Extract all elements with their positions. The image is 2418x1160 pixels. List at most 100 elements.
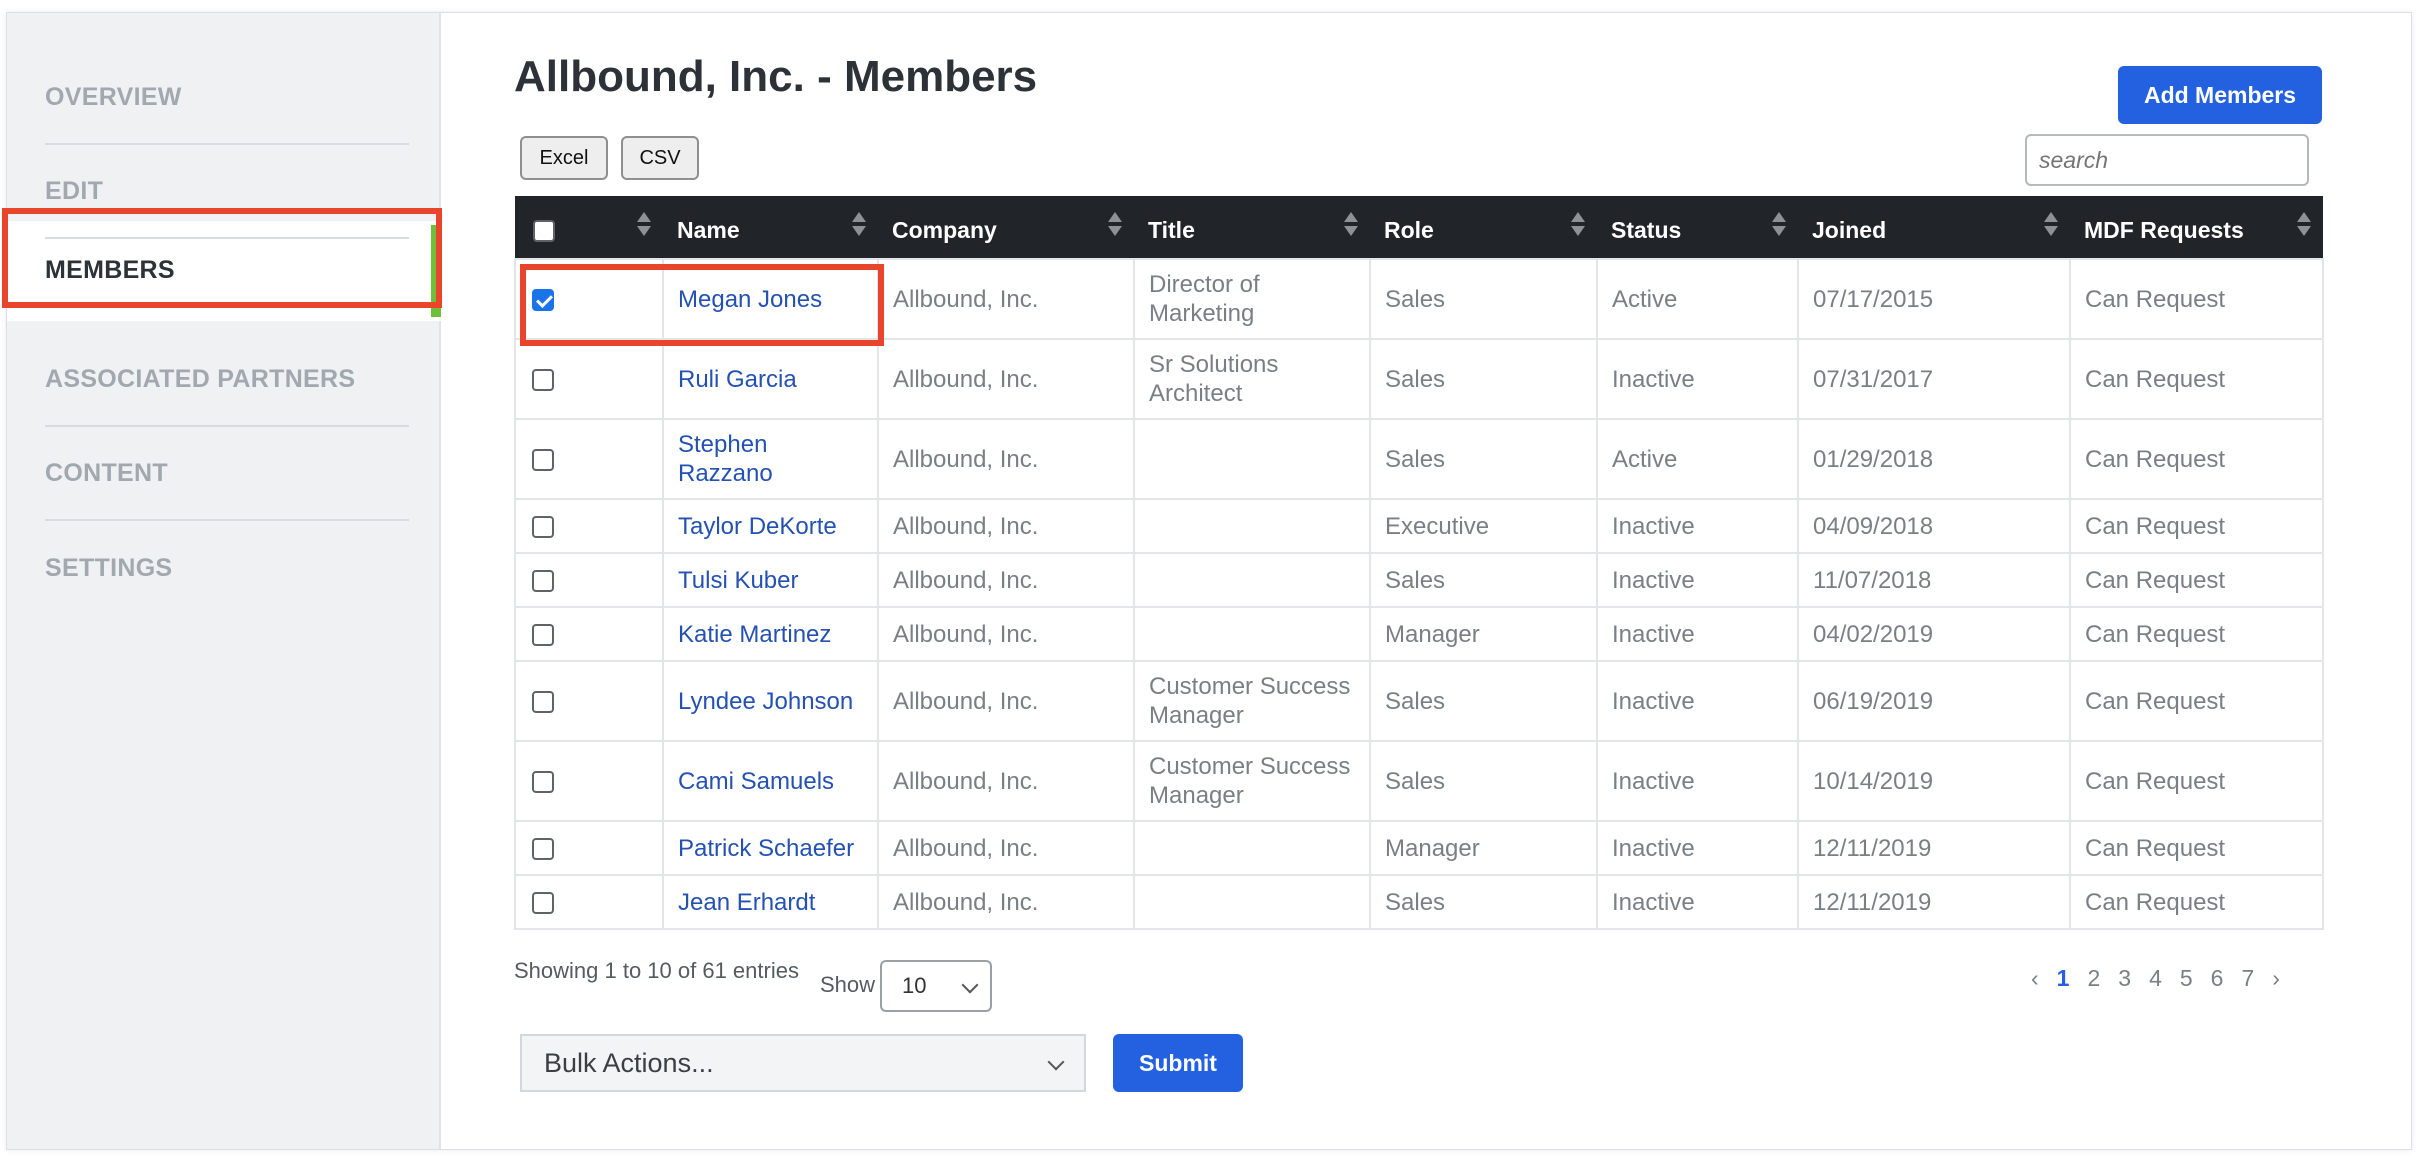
member-name-link[interactable]: Patrick Schaefer [662,820,879,876]
page-size-select[interactable]: 10 [880,960,992,1012]
row-checkbox[interactable] [532,369,554,392]
row-checkbox-cell [514,338,664,420]
member-name-link[interactable]: Stephen Razzano [662,418,879,500]
sort-icon[interactable] [2044,212,2058,242]
member-company: Allbound, Inc. [877,874,1135,930]
column-header-role[interactable]: Role [1370,196,1597,259]
row-checkbox[interactable] [532,570,554,593]
prev-page-button[interactable]: ‹ [2031,965,2039,992]
page-link-1[interactable]: 1 [2057,965,2070,992]
member-status: Inactive [1596,874,1799,930]
row-checkbox-cell [514,660,664,742]
member-status: Inactive [1596,338,1799,420]
member-company: Allbound, Inc. [877,820,1135,876]
sort-icon[interactable] [1108,212,1122,242]
sort-icon[interactable] [2297,212,2311,242]
member-mdf-requests: Can Request [2069,418,2324,500]
column-header-name[interactable]: Name [663,196,878,259]
member-role: Sales [1369,874,1598,930]
column-header-status[interactable]: Status [1597,196,1798,259]
member-status: Inactive [1596,498,1799,554]
page-link-6[interactable]: 6 [2211,965,2224,992]
page-title: Allbound, Inc. - Members [514,52,1038,101]
column-header-title[interactable]: Title [1134,196,1370,259]
member-title [1133,874,1371,930]
member-joined: 04/09/2018 [1797,498,2071,554]
member-name-link[interactable]: Tulsi Kuber [662,552,879,608]
bulk-actions-select[interactable]: Bulk Actions... [520,1034,1086,1092]
member-mdf-requests: Can Request [2069,338,2324,420]
member-title [1133,498,1371,554]
row-checkbox[interactable] [532,771,554,794]
member-name-link[interactable]: Taylor DeKorte [662,498,879,554]
row-checkbox[interactable] [532,691,554,714]
row-checkbox[interactable] [532,289,554,312]
export-excel-button[interactable]: Excel [520,136,608,180]
sidebar: OVERVIEW EDIT MEMBERS ASSOCIATED PARTNER… [7,13,441,1149]
page-link-2[interactable]: 2 [2087,965,2100,992]
page-link-5[interactable]: 5 [2180,965,2193,992]
member-company: Allbound, Inc. [877,660,1135,742]
member-company: Allbound, Inc. [877,498,1135,554]
pagination: ‹ 1 2 3 4 5 6 7 › [2022,963,2289,993]
member-role: Sales [1369,258,1598,340]
member-joined: 11/07/2018 [1797,552,2071,608]
sort-icon[interactable] [1344,212,1358,242]
row-checkbox[interactable] [532,516,554,539]
member-title [1133,820,1371,876]
page-link-7[interactable]: 7 [2241,965,2254,992]
page-link-4[interactable]: 4 [2149,965,2162,992]
sort-icon[interactable] [637,212,651,242]
bulk-actions-value: Bulk Actions... [544,1047,714,1078]
column-header-company[interactable]: Company [878,196,1134,259]
column-header-mdf-requests[interactable]: MDF Requests [2070,196,2323,259]
sort-icon[interactable] [1571,212,1585,242]
member-name-link[interactable]: Ruli Garcia [662,338,879,420]
member-company: Allbound, Inc. [877,552,1135,608]
select-all-checkbox[interactable] [533,220,555,243]
member-status: Inactive [1596,820,1799,876]
sidebar-item-associated-partners[interactable]: ASSOCIATED PARTNERS [45,333,409,427]
row-checkbox[interactable] [532,624,554,647]
member-role: Sales [1369,660,1598,742]
column-header-joined[interactable]: Joined [1798,196,2070,259]
member-joined: 07/31/2017 [1797,338,2071,420]
member-joined: 12/11/2019 [1797,820,2071,876]
page-link-3[interactable]: 3 [2118,965,2131,992]
member-name-link[interactable]: Megan Jones [662,258,879,340]
member-company: Allbound, Inc. [877,258,1135,340]
next-page-button[interactable]: › [2272,965,2280,992]
sidebar-item-content[interactable]: CONTENT [45,427,409,521]
sidebar-item-overview[interactable]: OVERVIEW [45,51,409,145]
row-checkbox[interactable] [532,449,554,472]
chevron-down-icon [1047,1053,1065,1071]
sort-icon[interactable] [1772,212,1786,242]
export-csv-button[interactable]: CSV [621,136,699,180]
table-row: Ruli Garcia Allbound, Inc. Sr Solutions … [514,338,2324,420]
row-checkbox[interactable] [532,892,554,915]
sidebar-item-members[interactable]: MEMBERS [45,223,409,317]
row-checkbox[interactable] [532,838,554,861]
member-company: Allbound, Inc. [877,338,1135,420]
member-name-link[interactable]: Cami Samuels [662,740,879,822]
table-header-row: Name Company Title Role Status Joined MD… [515,196,2323,259]
add-members-button[interactable]: Add Members [2118,66,2322,124]
table-row: Megan Jones Allbound, Inc. Director of M… [514,258,2324,340]
member-title: Customer Success Manager [1133,740,1371,822]
member-name-link[interactable]: Katie Martinez [662,606,879,662]
search-input[interactable] [2025,134,2309,186]
member-name-link[interactable]: Lyndee Johnson [662,660,879,742]
member-name-link[interactable]: Jean Erhardt [662,874,879,930]
member-mdf-requests: Can Request [2069,820,2324,876]
member-title [1133,606,1371,662]
member-mdf-requests: Can Request [2069,498,2324,554]
member-company: Allbound, Inc. [877,418,1135,500]
sort-icon[interactable] [852,212,866,242]
table-row: Lyndee Johnson Allbound, Inc. Customer S… [514,660,2324,742]
sidebar-item-settings[interactable]: SETTINGS [45,521,409,615]
row-checkbox-cell [514,740,664,822]
sidebar-active-indicator [431,225,441,317]
member-title [1133,418,1371,500]
submit-button[interactable]: Submit [1113,1034,1243,1092]
member-mdf-requests: Can Request [2069,258,2324,340]
